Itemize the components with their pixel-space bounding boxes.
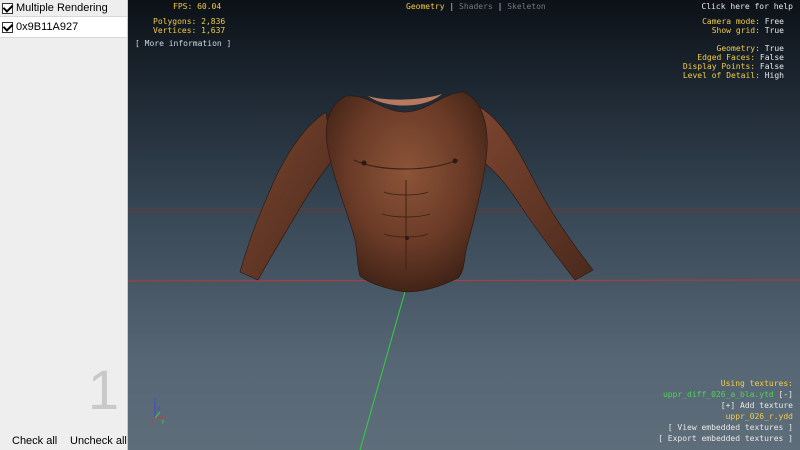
list-item-label: 0x9B11A927 xyxy=(16,21,79,33)
model-count: 1 xyxy=(87,358,119,421)
more-information-link[interactable]: [ More information ] xyxy=(135,39,231,48)
tab-skeleton[interactable]: Skeleton xyxy=(507,2,546,11)
collapse-texture-button[interactable]: [-] xyxy=(779,390,793,399)
check-all-button[interactable]: Check all xyxy=(12,435,57,447)
camera-settings: Camera mode: Free Show grid: True xyxy=(702,17,784,35)
list-item[interactable]: 0x9B11A927 xyxy=(2,19,78,35)
render-settings: Geometry: True Edged Faces: False Displa… xyxy=(683,44,784,80)
tab-shaders[interactable]: Shaders xyxy=(459,2,493,11)
camera-mode-toggle[interactable]: Camera mode: Free xyxy=(702,17,784,26)
texture-entry: uppr_diff_026_a_bla.ytd [-] xyxy=(658,389,793,400)
axis-gizmo: z x y xyxy=(150,398,166,424)
level-of-detail-toggle[interactable]: Level of Detail: High xyxy=(683,71,784,80)
multiple-rendering-checkbox[interactable]: Multiple Rendering xyxy=(2,0,108,16)
mesh-stats: Polygons: 2,836 Vertices: 1,637 xyxy=(153,17,226,35)
fps-readout: FPS: 60.04 xyxy=(173,2,222,11)
export-embedded-textures-button[interactable]: [ Export embedded textures ] xyxy=(658,433,793,444)
display-points-toggle[interactable]: Display Points: False xyxy=(683,62,784,71)
polygons-readout: Polygons: 2,836 xyxy=(153,17,226,26)
x-axis-line xyxy=(128,279,800,282)
view-tabs: Geometry | Shaders | Skeleton xyxy=(406,2,546,11)
texture-file-link[interactable]: uppr_diff_026_a_bla.ytd xyxy=(663,390,774,399)
x-axis-label: x xyxy=(150,418,154,424)
view-embedded-textures-button[interactable]: [ View embedded textures ] xyxy=(658,422,793,433)
model-file-label: uppr_026_r.ydd xyxy=(725,412,793,421)
edged-faces-toggle[interactable]: Edged Faces: False xyxy=(683,53,784,62)
using-textures-label: Using textures: xyxy=(720,379,793,388)
model-list-panel: Multiple Rendering 0x9B11A927 1 Check al… xyxy=(0,0,128,450)
model-list: 0x9B11A927 xyxy=(0,16,127,38)
uncheck-all-button[interactable]: Uncheck all xyxy=(70,435,127,447)
texture-panel: Using textures: uppr_diff_026_a_bla.ytd … xyxy=(658,378,793,444)
add-texture-button[interactable]: [+] Add texture xyxy=(658,400,793,411)
3d-viewport[interactable]: FPS: 60.04 Polygons: 2,836 Vertices: 1,6… xyxy=(128,0,800,450)
torso-model xyxy=(239,91,594,293)
checkbox-checked-icon[interactable] xyxy=(2,21,13,33)
vertices-readout: Vertices: 1,637 xyxy=(153,26,226,35)
y-axis-label: y xyxy=(161,418,165,424)
checkbox-checked-icon[interactable] xyxy=(2,2,13,14)
z-axis-line xyxy=(359,287,407,450)
multiple-rendering-label: Multiple Rendering xyxy=(16,2,108,14)
show-grid-toggle[interactable]: Show grid: True xyxy=(702,26,784,35)
geometry-toggle[interactable]: Geometry: True xyxy=(683,44,784,53)
z-axis-label: z xyxy=(157,405,161,412)
help-link[interactable]: Click here for help xyxy=(701,2,793,11)
tab-geometry[interactable]: Geometry xyxy=(406,2,445,11)
